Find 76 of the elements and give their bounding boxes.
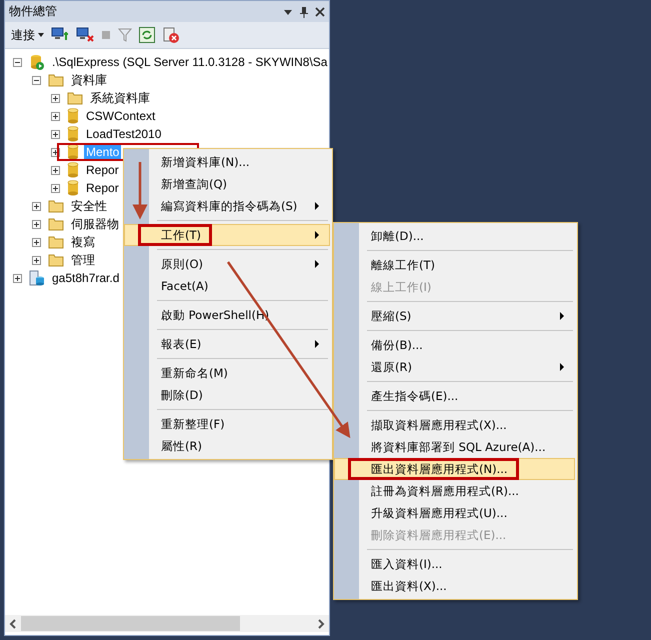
folder-icon [48,73,64,87]
tree-node[interactable]: 系統資料庫 [88,90,152,106]
scroll-left-icon[interactable] [9,618,17,628]
tree-node[interactable]: Repor [84,163,121,177]
tree-node[interactable]: ga5t8h7rar.d [50,271,122,285]
menu-item[interactable]: 備份(B)... [334,334,575,356]
menu-item[interactable]: 壓縮(S) [334,305,575,327]
tree-node[interactable]: 複寫 [69,234,97,250]
menu-item[interactable]: 卸離(D)... [334,225,575,247]
folder-icon [48,235,64,249]
folder-icon [48,217,64,231]
expander-icon[interactable] [51,94,60,102]
stop-icon [101,30,111,40]
menu-item[interactable]: 產生指令碼(E)... [334,385,575,407]
close-icon[interactable] [315,6,325,16]
menu-item[interactable]: 升級資料層應用程式(U)... [334,502,575,524]
folder-icon [48,253,64,267]
expander-icon[interactable] [32,76,41,84]
folder-icon [67,91,83,105]
menu-item[interactable]: 註冊為資料層應用程式(R)... [334,480,575,502]
expander-icon[interactable] [32,256,41,264]
expander-icon[interactable] [51,112,60,120]
disconnect-server-icon[interactable] [76,26,94,44]
scrollbar-thumb[interactable] [21,616,240,631]
menu-item[interactable]: Facet(A) [124,275,330,297]
menu-item[interactable]: 刪除(D) [124,384,330,406]
menu-item[interactable]: 匯出資料(X)... [334,575,575,597]
menu-item[interactable]: 將資料庫部署到 SQL Azure(A)... [334,436,575,458]
scroll-right-icon[interactable] [317,618,325,628]
caret-icon [38,33,44,37]
tree-node[interactable]: 伺服器物 [69,216,121,232]
summary-report-icon[interactable] [162,26,180,44]
database-icon [67,144,79,160]
tree-node[interactable]: 管理 [69,252,97,268]
filter-icon [118,28,132,42]
expander-icon[interactable] [51,184,60,192]
folder-icon [48,199,64,213]
menu-item[interactable]: 離線工作(T) [334,254,575,276]
tree-node[interactable]: 安全性 [69,198,109,214]
expander-icon[interactable] [51,166,60,174]
menu-item[interactable]: 原則(O) [124,253,330,275]
expander-icon[interactable] [13,274,22,282]
database-server-icon [29,270,45,286]
menu-item[interactable]: 重新整理(F) [124,413,330,435]
expander-icon[interactable] [32,238,41,246]
expander-icon[interactable] [32,220,41,228]
menu-item[interactable]: 新增查詢(Q) [124,173,330,195]
menu-item[interactable]: 屬性(R) [124,435,330,457]
menu-item[interactable]: 還原(R) [334,356,575,378]
tree-node[interactable]: Repor [84,181,121,195]
expander-icon[interactable] [32,202,41,210]
expander-icon[interactable] [51,130,60,138]
connect-button[interactable]: 連接 [11,26,44,44]
tree-node[interactable]: 資料庫 [69,72,109,88]
arrow [132,162,148,220]
menu-item[interactable]: 報表(E) [124,333,330,355]
menu-item[interactable]: 編寫資料庫的指令碼為(S) [124,195,330,217]
menu-item[interactable]: 匯入資料(I)... [334,553,575,575]
refresh-icon[interactable] [139,27,155,43]
menu-item[interactable]: 重新命名(M) [124,362,330,384]
menu-item[interactable]: 匯出資料層應用程式(N)... [334,458,575,480]
menu-item[interactable]: 新增資料庫(N)... [124,151,330,173]
menu-item[interactable]: 擷取資料層應用程式(X)... [334,414,575,436]
database-icon [67,180,79,196]
expander-icon[interactable] [13,58,22,66]
tree-node[interactable]: CSWContext [84,109,158,123]
database-icon [67,162,79,178]
pin-icon[interactable] [299,6,309,18]
menu-item[interactable]: 工作(T) [124,224,330,246]
panel-title: 物件總管 [9,3,58,20]
tree-node[interactable]: LoadTest2010 [84,127,164,141]
server-icon [29,54,45,70]
database-icon [67,108,79,124]
database-icon [67,126,79,142]
horizontal-scrollbar[interactable] [5,615,329,632]
tree-node[interactable]: .\SqlExpress (SQL Server 11.0.3128 - SKYWIN8\Sa [50,55,329,69]
